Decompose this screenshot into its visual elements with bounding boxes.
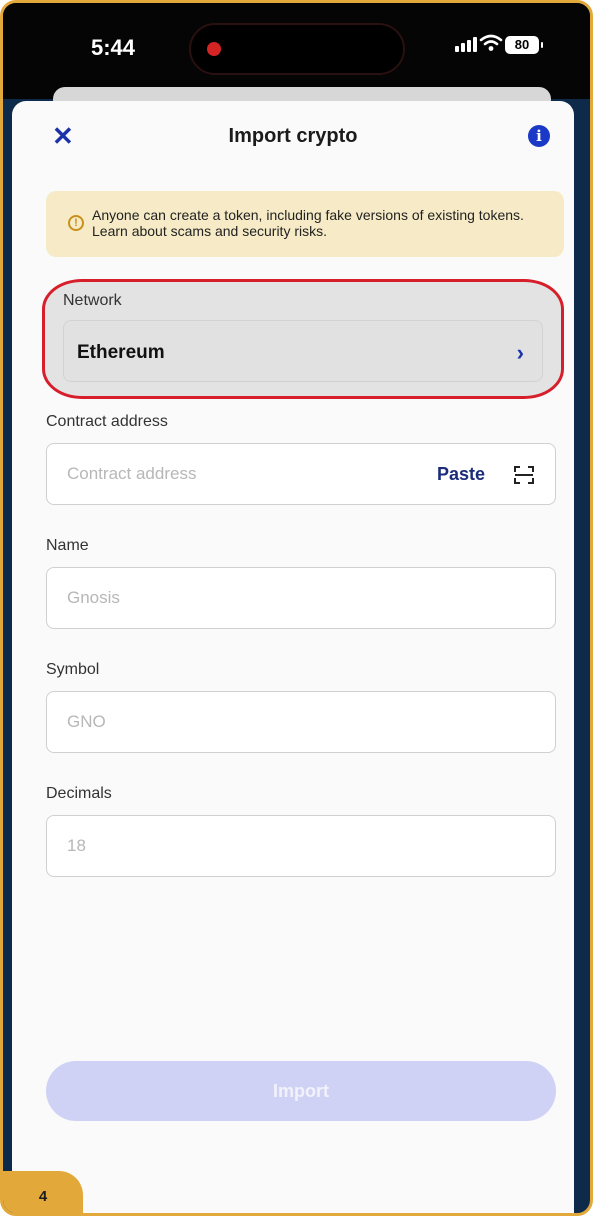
symbol-field [46, 691, 556, 753]
battery-icon: 80 [505, 36, 543, 54]
scan-qr-icon[interactable] [513, 464, 535, 486]
decimals-field [46, 815, 556, 877]
wifi-icon [479, 34, 503, 51]
paste-button[interactable]: Paste [437, 464, 485, 485]
signal-icon [455, 37, 477, 52]
contract-address-label: Contract address [46, 413, 168, 430]
dynamic-island [189, 23, 405, 75]
step-badge: 4 [3, 1171, 83, 1213]
import-sheet: ✕ Import crypto i ! Anyone can create a … [12, 101, 574, 1213]
chevron-right-icon: › [516, 340, 524, 365]
network-label: Network [63, 292, 122, 309]
network-value: Ethereum [77, 342, 165, 363]
contract-address-input[interactable] [67, 444, 397, 504]
network-section-highlight: Network Ethereum › [42, 279, 564, 399]
symbol-input[interactable] [67, 692, 397, 752]
recording-dot-icon [207, 42, 221, 56]
contract-address-field: Paste [46, 443, 556, 505]
warning-banner: ! Anyone can create a token, including f… [46, 191, 564, 257]
import-button[interactable]: Import [46, 1061, 556, 1121]
name-input[interactable] [67, 568, 397, 628]
warning-text: Anyone can create a token, including fak… [92, 207, 524, 239]
status-bar: 5:44 80 [3, 3, 590, 99]
status-time: 5:44 [91, 35, 136, 60]
network-selector[interactable]: Ethereum › [63, 320, 543, 382]
page-title: Import crypto [228, 125, 358, 147]
info-icon[interactable]: i [528, 125, 550, 147]
decimals-input[interactable] [67, 816, 397, 876]
name-field [46, 567, 556, 629]
name-label: Name [46, 537, 89, 554]
decimals-label: Decimals [46, 785, 112, 802]
symbol-label: Symbol [46, 661, 100, 678]
warning-icon: ! [68, 215, 84, 231]
sheet-header: ✕ Import crypto i [12, 101, 574, 171]
device-frame: 5:44 80 ✕ Import crypto i ! Anyone can c… [0, 0, 593, 1216]
